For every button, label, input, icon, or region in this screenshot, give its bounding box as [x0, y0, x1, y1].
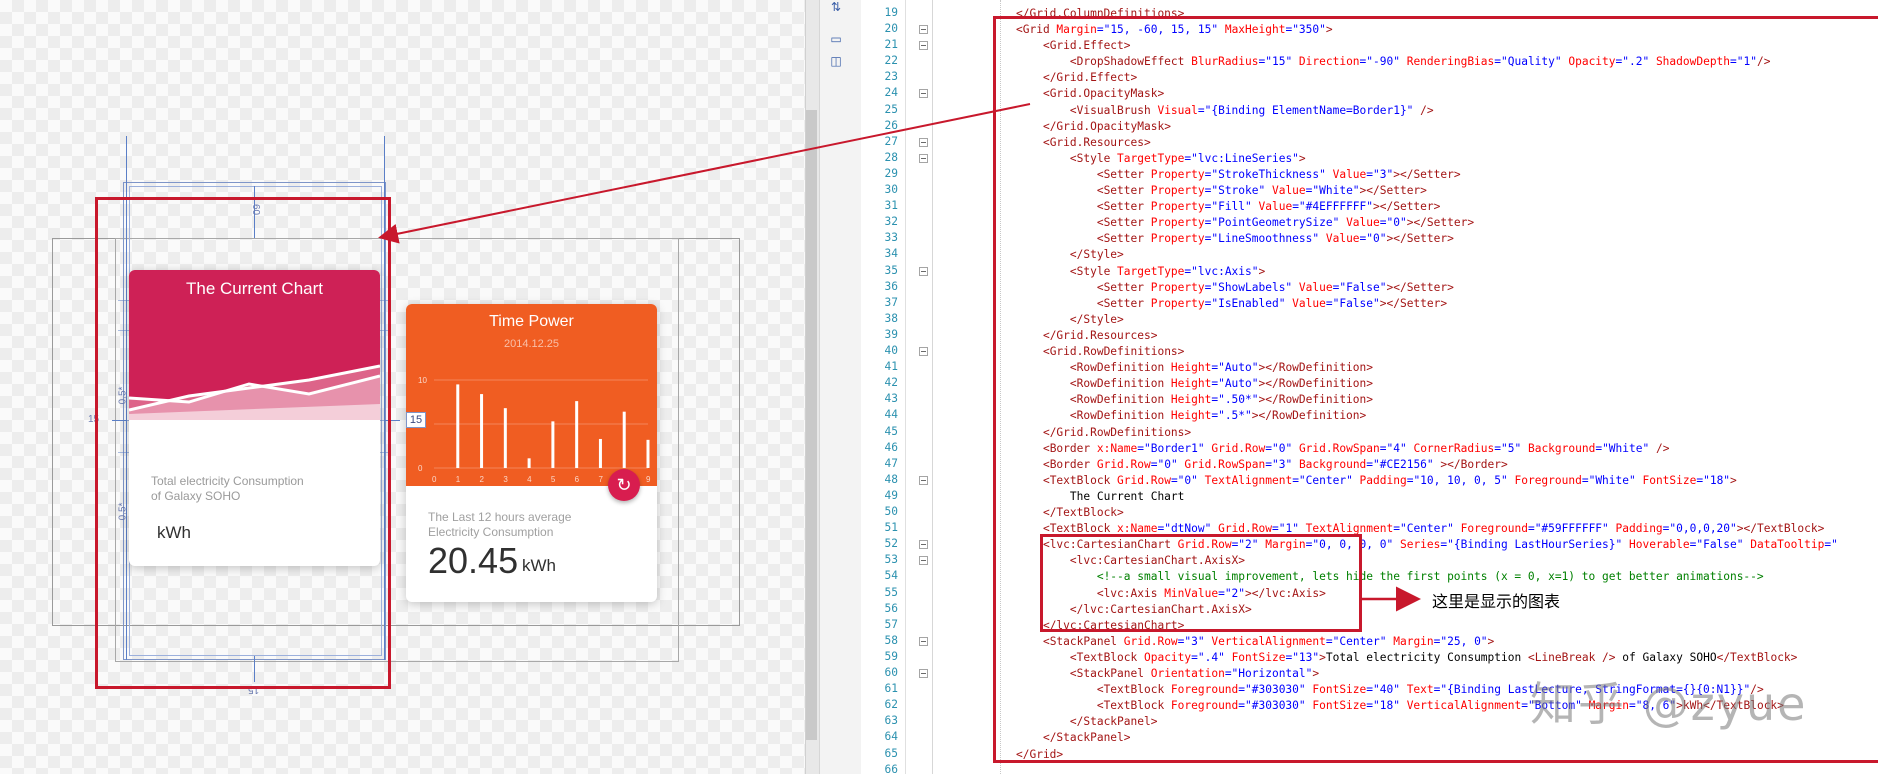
zhihu-watermark: 知乎 @zyue	[1530, 677, 1808, 731]
annotation-arrows	[378, 103, 1421, 612]
arrow-to-designer	[378, 103, 1031, 244]
annotation-note: 这里是显示的图表	[1432, 592, 1561, 611]
